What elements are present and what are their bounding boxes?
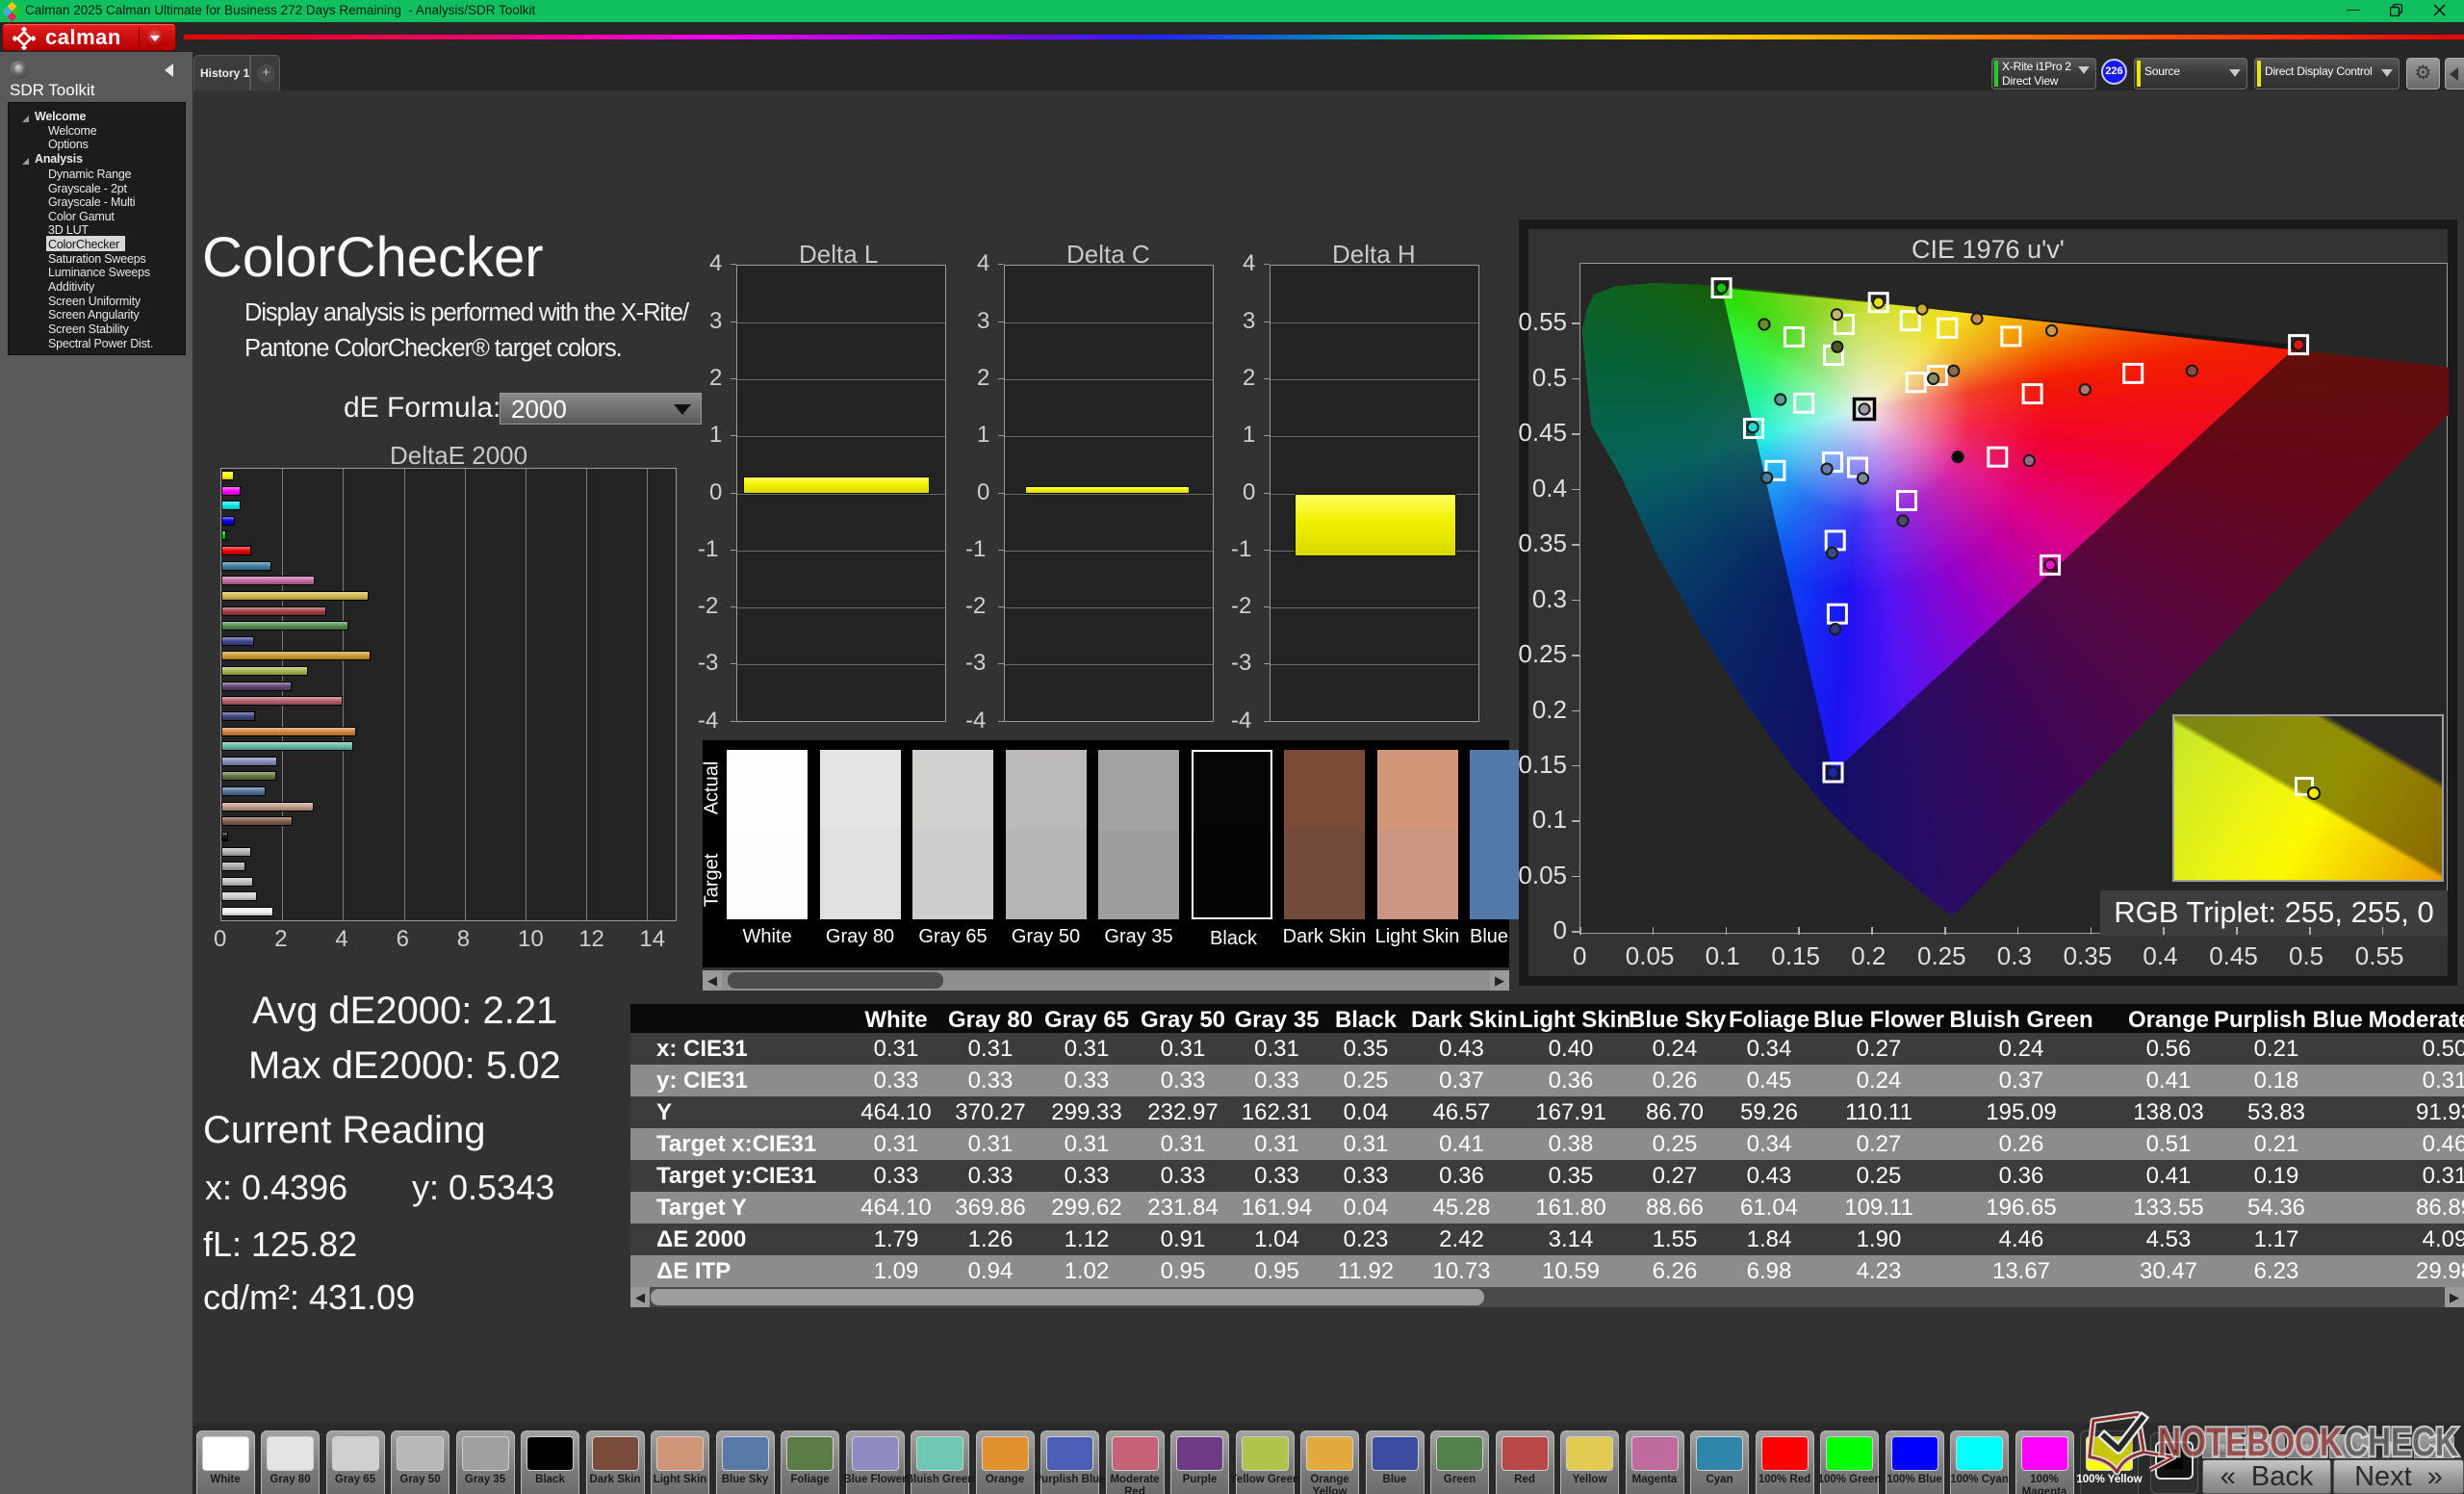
svg-text:CHECK: CHECK	[2345, 1419, 2458, 1464]
svg-text:NOTEBOOK: NOTEBOOK	[2158, 1419, 2343, 1464]
